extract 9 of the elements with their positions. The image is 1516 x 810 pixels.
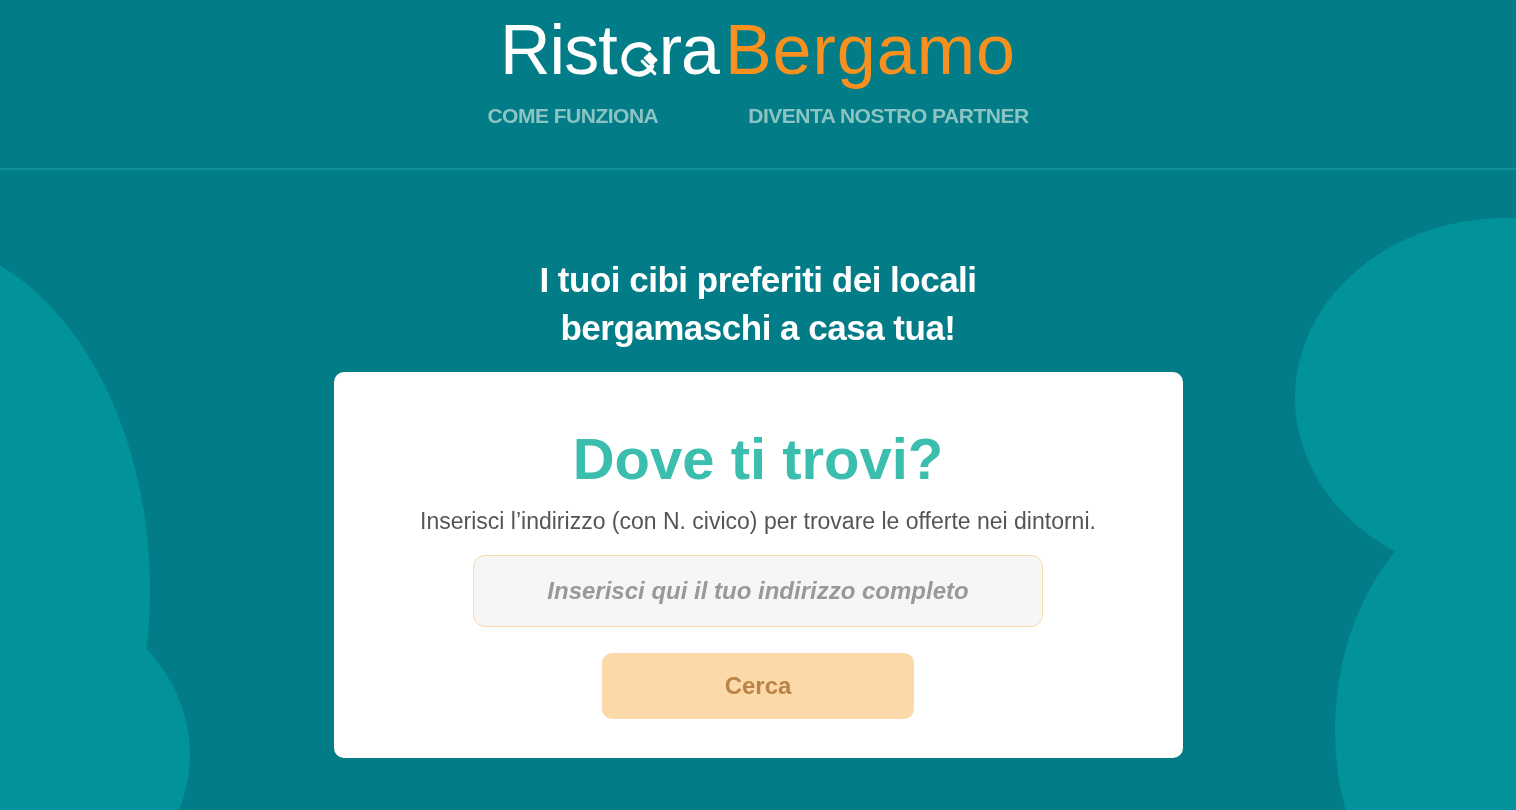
logo-text: Bergamo <box>724 10 1016 91</box>
logo-text: Rist <box>500 10 617 91</box>
card-description: Inserisci l’indirizzo (con N. civico) per trovare le offerte nei dintorni. <box>420 508 1096 535</box>
logo-text: ra <box>658 10 719 91</box>
nav-link[interactable]: DIVENTA NOSTRO PARTNER <box>748 104 1029 128</box>
nav-link[interactable]: COME FUNZIONA <box>487 104 659 128</box>
card-title: Dove ti trovi? <box>572 425 944 493</box>
address-input[interactable]: Inserisci qui il tuo indirizzo completo <box>473 555 1043 627</box>
headline: I tuoi cibi preferiti dei locali bergamaschi a casa tua! <box>539 259 977 349</box>
